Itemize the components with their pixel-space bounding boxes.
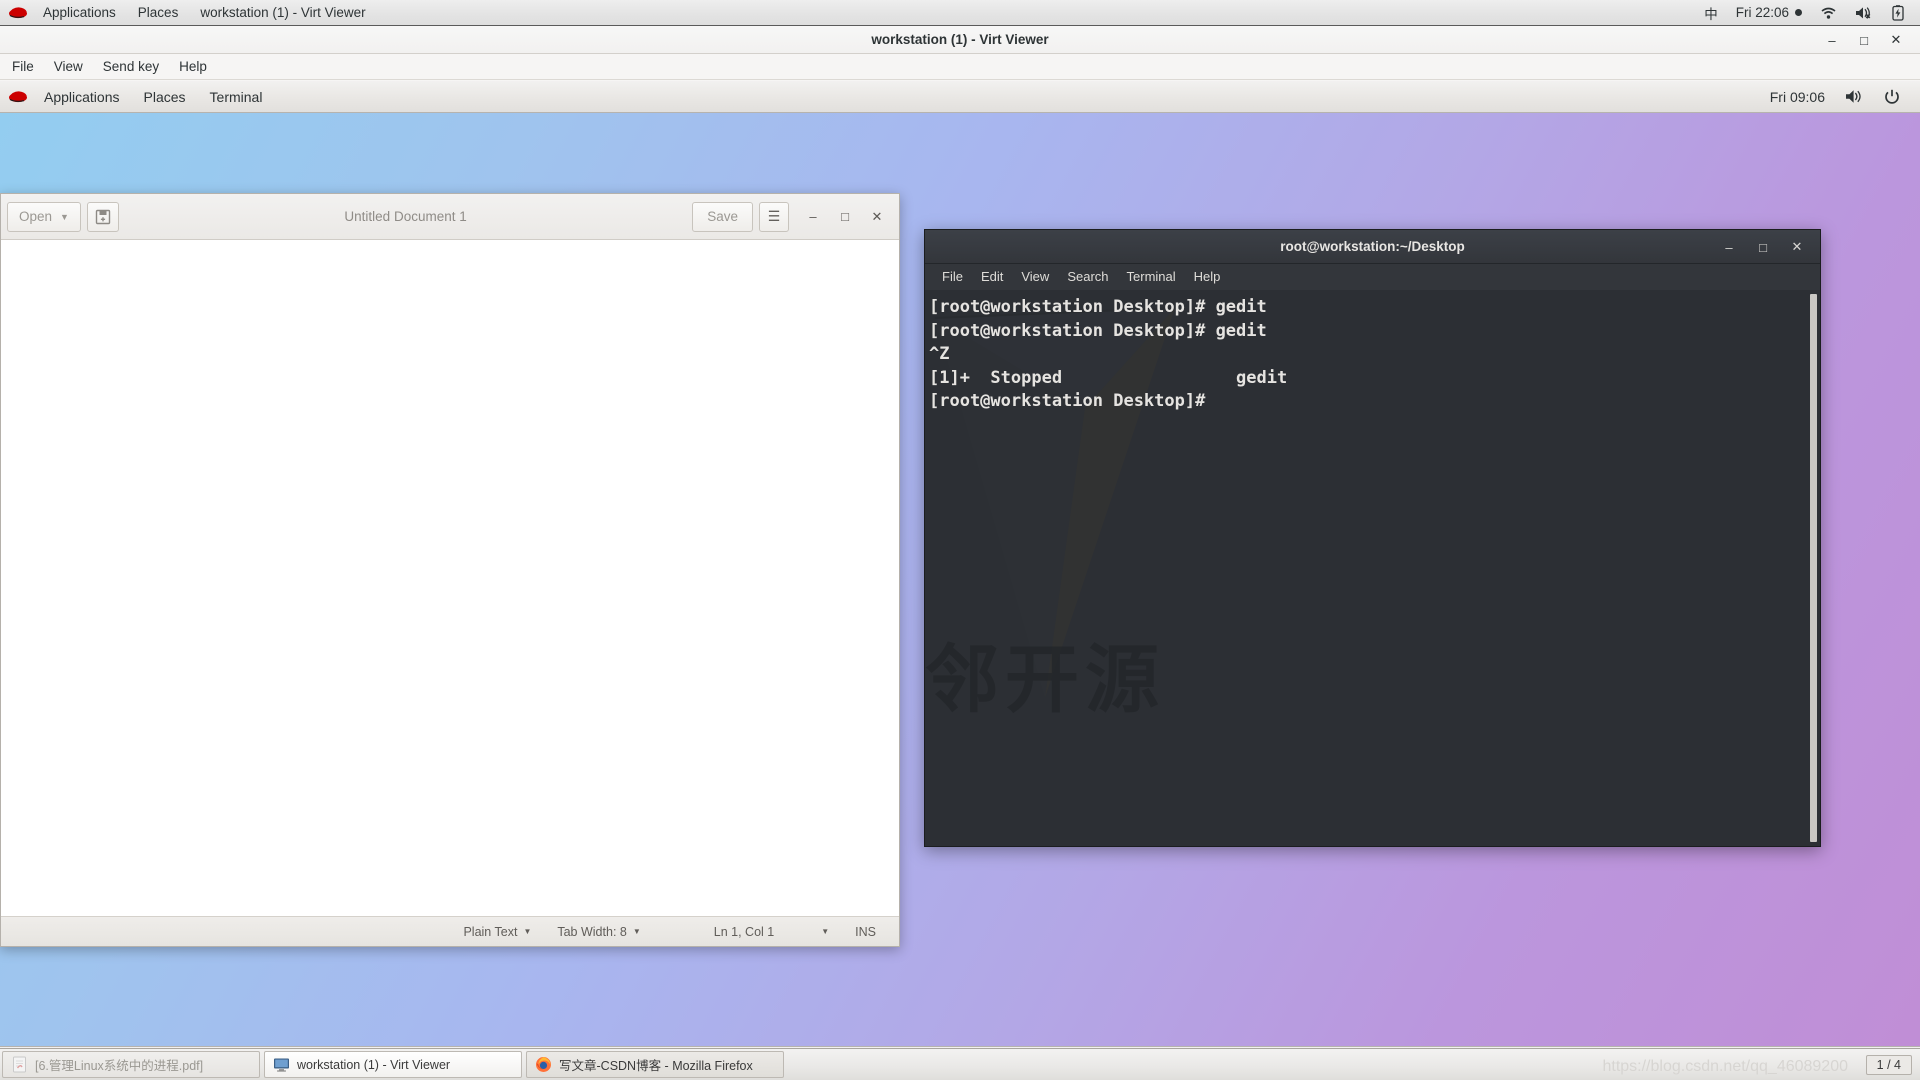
save-as-icon[interactable] [86,201,119,232]
terminal-menu-view[interactable]: View [1012,264,1058,290]
host-panel-status-area: 中 Fri 22:06 [1695,3,1920,23]
chevron-down-icon: ▼ [523,927,532,936]
gedit-save-button[interactable]: Save [692,201,753,232]
virt-viewer-window: workstation (1) - Virt Viewer – □ ✕ File… [0,26,1920,1080]
host-clock-label: Fri 22:06 [1735,5,1789,20]
host-taskbar-item-firefox[interactable]: 写文章-CSDN博客 - Mozilla Firefox [526,1051,784,1078]
terminal-menu-help[interactable]: Help [1185,264,1230,290]
maximize-button[interactable]: □ [1848,26,1880,54]
virtviewer-icon [273,1056,290,1073]
wifi-icon[interactable] [1811,6,1846,20]
vm-terminal-menu[interactable]: Terminal [198,81,275,113]
terminal-menu-search[interactable]: Search [1058,264,1117,290]
vm-redhat-logo-icon[interactable] [7,88,29,106]
terminal-titlebar[interactable]: root@workstation:~/Desktop – □ ✕ [925,230,1820,264]
gedit-open-label: Open [19,209,53,224]
host-taskbar-label-pdf: [6.管理Linux系统中的进程.pdf] [35,1059,204,1073]
terminal-line-1: [root@workstation Desktop]# gedit [929,297,1267,317]
gedit-language-selector[interactable]: Plain Text ▼ [450,925,544,939]
firefox-icon [535,1056,552,1073]
chevron-down-icon: ▼ [632,927,641,936]
gedit-status-bar: Plain Text ▼ Tab Width: 8 ▼ Ln 1, Col 1 … [1,916,899,946]
terminal-window-controls: – □ ✕ [1712,230,1814,264]
menu-file[interactable]: File [2,54,44,80]
gedit-text-area[interactable] [1,240,899,916]
vm-screen: Applications Places Terminal Fri 09:06 O… [0,81,1920,1080]
host-places-menu[interactable]: Places [127,0,190,26]
menu-send-key[interactable]: Send key [93,54,169,80]
host-workspace-indicator[interactable]: 1 / 4 [1865,1054,1912,1075]
hamburger-menu-icon[interactable]: ☰ [759,201,789,232]
terminal-minimize-button[interactable]: – [1712,230,1746,264]
terminal-menu-edit[interactable]: Edit [972,264,1012,290]
terminal-maximize-button[interactable]: □ [1746,230,1780,264]
terminal-line-4: [1]+ Stopped gedit [929,367,1288,388]
terminal-title: root@workstation:~/Desktop [1280,239,1465,254]
terminal-close-button[interactable]: ✕ [1780,230,1814,264]
gedit-minimize-button[interactable]: – [797,202,829,232]
virt-viewer-menubar: File View Send key Help [0,54,1920,80]
terminal-line-2: [root@workstation Desktop]# gedit [929,320,1267,341]
vm-applications-menu[interactable]: Applications [32,81,132,113]
virt-viewer-window-controls: – □ ✕ [1816,26,1912,54]
terminal-menu-file[interactable]: File [933,264,972,290]
terminal-menubar: File Edit View Search Terminal Help [925,264,1820,290]
host-top-panel: Applications Places workstation (1) - Vi… [0,0,1920,26]
gedit-document-title: Untitled Document 1 [344,209,467,224]
gedit-maximize-button[interactable]: □ [829,202,861,232]
battery-charging-icon[interactable] [1883,4,1913,21]
volume-muted-icon[interactable] [1846,6,1883,20]
gedit-window: Open ▼ Untitled Document 1 Save ☰ – □ ✕ [0,193,900,947]
gedit-close-button[interactable]: ✕ [861,202,893,232]
terminal-line-5: [root@workstation Desktop]# [929,391,1206,411]
chevron-down-icon[interactable]: ▼ [787,927,842,936]
host-taskbar-item-virtviewer[interactable]: workstation (1) - Virt Viewer [264,1051,522,1078]
virt-viewer-title: workstation (1) - Virt Viewer [871,32,1049,47]
terminal-line-3: ^Z [929,344,950,364]
host-applications-menu[interactable]: Applications [32,0,127,26]
volume-icon[interactable] [1835,89,1874,104]
gedit-tab-width-label: Tab Width: 8 [557,924,627,939]
notification-dot-icon [1795,9,1802,16]
gedit-insert-mode: INS [855,924,876,939]
virt-viewer-titlebar[interactable]: workstation (1) - Virt Viewer – □ ✕ [0,26,1920,54]
power-icon[interactable] [1874,89,1910,105]
terminal-body[interactable]: 邻开源 [root@workstation Desktop]# gedit [r… [925,290,1820,846]
host-taskbar-item-pdf[interactable]: [6.管理Linux系统中的进程.pdf] [2,1051,260,1078]
vm-top-panel: Applications Places Terminal Fri 09:06 [0,81,1920,113]
vm-places-menu[interactable]: Places [132,81,198,113]
chevron-down-icon: ▼ [60,211,69,222]
terminal-menu-terminal[interactable]: Terminal [1118,264,1185,290]
menu-view[interactable]: View [44,54,93,80]
terminal-window: root@workstation:~/Desktop – □ ✕ File Ed… [924,229,1821,847]
gedit-language-label: Plain Text [463,924,518,939]
host-taskbar-label-firefox: 写文章-CSDN博客 - Mozilla Firefox [559,1059,753,1073]
redhat-logo-icon[interactable] [7,4,29,22]
gedit-header-bar: Open ▼ Untitled Document 1 Save ☰ – □ ✕ [1,194,899,240]
host-window-title-item[interactable]: workstation (1) - Virt Viewer [189,0,376,26]
watermark-text: 邻开源 [925,637,1165,723]
host-taskbar-label-virtviewer: workstation (1) - Virt Viewer [297,1057,451,1072]
vm-clock[interactable]: Fri 09:06 [1760,89,1835,105]
gedit-tab-width-selector[interactable]: Tab Width: 8 ▼ [544,925,653,939]
menu-help[interactable]: Help [169,54,217,80]
ime-indicator[interactable]: 中 [1695,3,1727,23]
close-button[interactable]: ✕ [1880,26,1912,54]
csdn-watermark: https://blog.csdn.net/qq_46089200 [1602,1058,1848,1075]
pdf-icon [11,1056,28,1073]
gedit-cursor-position: Ln 1, Col 1 [713,924,775,939]
vm-panel-status-area: Fri 09:06 [1760,89,1920,105]
gedit-open-button[interactable]: Open ▼ [7,201,81,232]
gedit-window-controls: – □ ✕ [797,202,893,232]
minimize-button[interactable]: – [1816,26,1848,54]
host-clock[interactable]: Fri 22:06 [1727,5,1811,20]
